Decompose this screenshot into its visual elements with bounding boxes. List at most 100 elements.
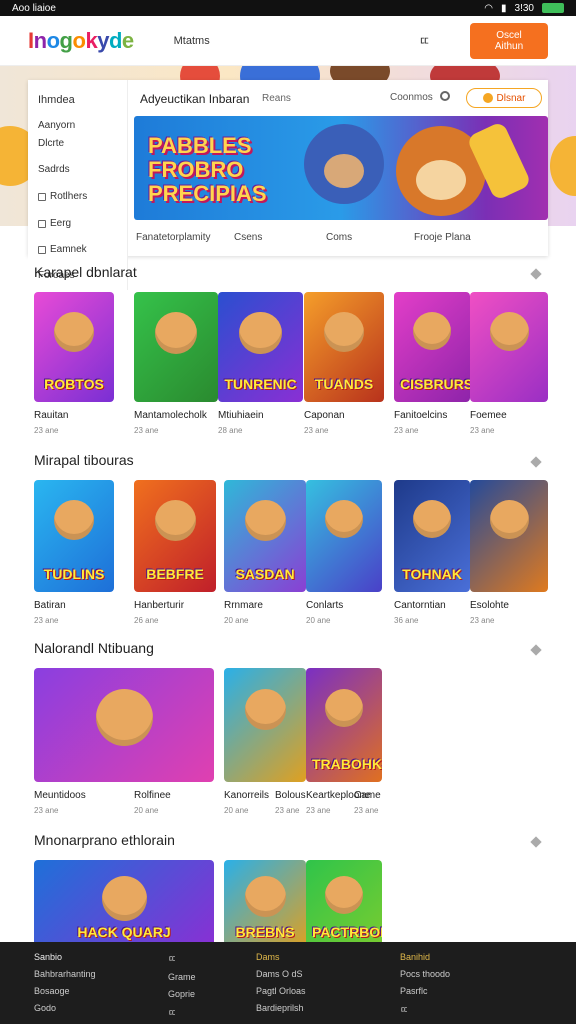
game-logo-text: HACK QUARJ [77,924,171,940]
game-title[interactable]: Cantorntian [394,600,446,611]
game-card[interactable]: TUDLINS [34,480,114,592]
game-logo-text: TUNRENIC [224,376,297,392]
game-card[interactable]: PACTRBOES [306,860,382,950]
footer-link[interactable]: Sanbio [34,952,96,962]
game-title[interactable]: Caponan [304,410,345,421]
logo-letter: g [59,27,73,53]
top-bar: Inogokyde Mtatms ㄸ Oscel Aithun [0,16,576,66]
pill-label: Dlsnar [496,92,526,104]
bear-face [324,154,364,188]
game-card[interactable]: BREBNS [224,860,306,950]
tab-3[interactable]: Frooje Plana [414,232,471,243]
logo[interactable]: Inogokyde [28,28,134,54]
footer-link[interactable]: Bardieprilsh [256,1003,306,1013]
game-card[interactable]: TUANDS [304,292,384,402]
sidebar-item[interactable]: Rotlhers [38,191,87,202]
sidebar-item[interactable]: Sadrds [38,164,70,175]
sidebar-item[interactable]: Eerg [38,218,71,229]
game-meta: 23 ane [304,426,329,435]
footer-link[interactable]: Bahbrarhanting [34,969,96,979]
character-art [413,500,451,539]
game-card[interactable] [470,480,548,592]
game-card[interactable] [134,292,218,402]
game-card[interactable]: TRABOHKS [306,668,382,782]
footer-heading: Dams [256,952,280,962]
nav-link[interactable]: Mtatms [174,35,210,47]
game-meta: 23 ane [354,806,379,815]
game-card[interactable]: BEBFRE [134,480,216,592]
character-art [325,500,363,539]
featured-banner[interactable]: PABBLES FROBRO PRECIPIAS [134,116,548,220]
game-title[interactable]: Kanorreils [224,790,269,801]
game-card[interactable] [470,292,548,402]
game-title[interactable]: Hanberturir [134,600,184,611]
more-icon[interactable] [530,456,542,468]
game-meta: 23 ane [134,426,159,435]
tab-2[interactable]: Coms [326,232,352,243]
search-icon[interactable] [440,91,450,101]
footer-link[interactable]: Goprie [168,989,196,999]
more-icon[interactable] [530,644,542,656]
logo-letter: e [121,27,134,53]
game-title[interactable]: Came [354,790,381,801]
panel-subtitle[interactable]: Reans [262,93,291,104]
logo-letter: n [33,27,47,53]
game-meta: 23 ane [470,616,495,625]
sidebar-item[interactable]: Aanyorn [38,120,75,131]
game-title[interactable]: Bolous [275,790,306,801]
cta-button[interactable]: Oscel Aithun [470,22,548,59]
game-meta: 23 ane [34,426,59,435]
game-title[interactable]: Fanitoelcins [394,410,447,421]
game-title[interactable]: Esolohte [470,600,509,611]
panel-link[interactable]: Coonmos [390,92,433,103]
game-card[interactable]: ROBTOS [34,292,114,402]
sidebar-item-label: Rotlhers [50,191,88,202]
sidebar-item[interactable]: Dlcrte [38,138,64,149]
game-logo-text: SASDAN [235,566,295,582]
game-card[interactable]: SASDAN [224,480,306,592]
footer-heading: Banihid [400,952,431,962]
game-card[interactable] [34,668,214,782]
character-art [244,688,286,730]
footer-link[interactable]: Pocs thoodo [400,969,450,979]
footer-icon: ㄸ [400,1005,409,1015]
game-title[interactable]: Mantamolecholk [134,410,207,421]
tab-0[interactable]: Fanatetorplamity [136,232,210,243]
game-title[interactable]: Rrnmare [224,600,263,611]
filter-pill[interactable]: Dlsnar [466,88,542,108]
more-icon[interactable] [530,268,542,280]
game-card[interactable]: TUNRENIC [218,292,303,402]
character-art [413,311,451,350]
logo-letter: y [97,27,109,53]
menu-icon[interactable]: ㄸ [419,32,430,49]
banner-title: PABBLES FROBRO PRECIPIAS [148,133,267,206]
game-title[interactable]: Meuntidoos [34,790,86,801]
sidebar-item[interactable]: Eamnek [38,244,87,255]
character-art [239,311,282,355]
game-card[interactable] [306,480,382,592]
more-icon[interactable] [530,836,542,848]
game-title[interactable]: Mtiuhiaein [218,410,264,421]
game-title[interactable]: Rolfinee [134,790,171,801]
tab-1[interactable]: Csens [234,232,262,243]
footer-col-1: Sanbio Bahbrarhanting Bosaoge Godo [34,952,96,1020]
footer-link[interactable]: Pagtl Orloas [256,986,306,996]
game-title[interactable]: Conlarts [306,600,343,611]
footer-link[interactable]: Dams O dS [256,969,306,979]
game-logo-text: BREBNS [235,924,295,940]
game-meta: 23 ane [470,426,495,435]
footer-link[interactable]: Bosaoge [34,986,96,996]
square-icon [38,245,46,254]
footer-link[interactable]: Grame [168,972,196,982]
game-card[interactable]: CISBRURS [394,292,470,402]
game-card[interactable]: HACK QUARJ [34,860,214,950]
footer-link[interactable]: Pasrflc [400,986,450,996]
footer-icon: ㄸ [168,1008,177,1018]
game-title[interactable]: Rauitan [34,410,68,421]
game-card[interactable]: TOHNAK [394,480,470,592]
footer-link[interactable]: Godo [34,1003,96,1013]
game-card[interactable] [224,668,306,782]
game-title[interactable]: Batiran [34,600,66,611]
game-title[interactable]: Foemee [470,410,507,421]
game-logo-text: TUANDS [314,376,374,392]
